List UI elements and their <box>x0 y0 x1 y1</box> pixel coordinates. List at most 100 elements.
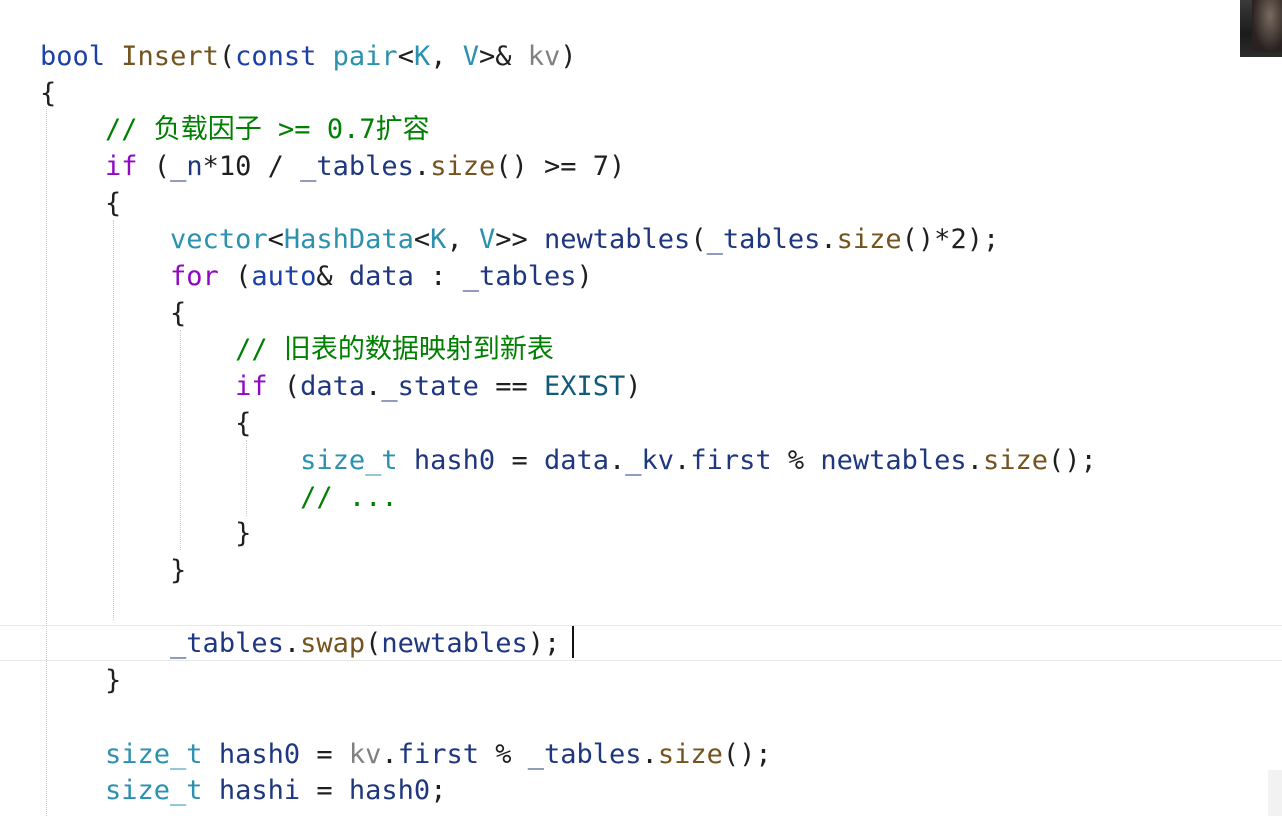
code-token: // ... <box>300 482 398 513</box>
code-line[interactable]: } <box>40 552 186 589</box>
code-token: < <box>413 224 431 255</box>
code-line[interactable]: { <box>40 405 251 442</box>
code-token: == <box>478 371 544 402</box>
code-token: ; <box>430 775 447 806</box>
code-token: data <box>300 371 366 402</box>
code-line[interactable]: { <box>40 185 121 222</box>
code-token: % <box>771 445 821 476</box>
code-token: { <box>40 188 122 219</box>
code-token: kv <box>527 41 561 72</box>
code-line[interactable]: { <box>40 295 186 332</box>
code-token: data <box>348 261 414 292</box>
code-token: ( <box>690 224 707 255</box>
code-token: newtables <box>544 224 691 255</box>
code-token: _tables <box>527 739 642 770</box>
code-line[interactable]: // ... <box>40 479 398 516</box>
code-token: ( <box>365 628 382 659</box>
code-token: V <box>462 41 479 72</box>
code-token: HashData <box>283 224 414 255</box>
code-line[interactable]: { <box>40 75 56 112</box>
code-token: _kv <box>625 445 675 476</box>
code-token: ( <box>267 371 301 402</box>
code-token: const <box>235 41 317 72</box>
scrollbar-edge[interactable] <box>1268 770 1282 816</box>
code-token: if <box>235 371 268 402</box>
code-token: first <box>690 445 772 476</box>
code-token: ); <box>527 628 561 659</box>
code-token: K <box>413 41 431 72</box>
code-line[interactable]: // 旧表的数据映射到新表 <box>40 331 554 368</box>
code-token: , <box>430 41 463 72</box>
code-token: , <box>446 224 479 255</box>
code-line[interactable]: for (auto& data : _tables) <box>40 258 593 295</box>
code-line[interactable]: vector<HashData<K, V>> newtables(_tables… <box>40 221 999 258</box>
code-token: for <box>170 261 219 292</box>
code-token: ) <box>560 41 577 72</box>
code-token: } <box>40 555 187 586</box>
webcam-image <box>1252 0 1282 52</box>
code-token: pair <box>332 41 398 72</box>
code-line[interactable]: // 负载因子 >= 0.7扩容 <box>40 111 430 148</box>
code-token: _state <box>381 371 479 402</box>
code-token: vector <box>170 224 268 255</box>
code-line[interactable]: size_t hash0 = data._kv.first % newtable… <box>40 442 1097 479</box>
code-token: size <box>430 151 496 182</box>
code-token: . <box>820 224 837 255</box>
code-token: kv <box>348 739 382 770</box>
code-token: (); <box>1047 445 1097 476</box>
code-token: & <box>316 261 349 292</box>
code-token: < <box>267 224 284 255</box>
code-line[interactable]: } <box>40 662 121 699</box>
code-token: . <box>641 739 658 770</box>
code-line[interactable]: size_t hashi = hash0; <box>40 772 446 809</box>
code-token: : <box>413 261 463 292</box>
code-token: swap <box>300 628 366 659</box>
code-token: } <box>40 518 252 549</box>
code-token: = <box>300 775 349 806</box>
code-line[interactable]: size_t hash0 = kv.first % _tables.size()… <box>40 736 772 773</box>
code-token: % <box>478 739 528 770</box>
code-token: = <box>495 445 544 476</box>
code-line[interactable]: bool Insert(const pair<K, V>& kv) <box>40 38 577 75</box>
code-line[interactable]: _tables.swap(newtables); <box>40 625 560 662</box>
code-token: ) <box>625 371 642 402</box>
code-token: // 负载因子 >= 0.7扩容 <box>105 114 430 145</box>
code-editor[interactable]: bool Insert(const pair<K, V>& kv){ // 负载… <box>0 0 1282 816</box>
code-token: _tables <box>300 151 414 182</box>
code-token: . <box>609 445 626 476</box>
code-token: . <box>413 151 431 182</box>
webcam-thumbnail <box>1240 0 1282 57</box>
code-token: _tables <box>462 261 577 292</box>
code-token: < <box>397 41 414 72</box>
code-token: newtables <box>381 628 528 659</box>
code-token: size <box>982 445 1048 476</box>
code-token: auto <box>251 261 317 292</box>
code-token: if <box>105 151 138 182</box>
code-token: hash0 <box>413 445 496 476</box>
code-token: ()*2); <box>901 224 1000 255</box>
code-token: () >= 7) <box>495 151 626 182</box>
code-token: ( <box>137 151 171 182</box>
code-token: hashi <box>218 775 301 806</box>
code-line[interactable]: } <box>40 515 251 552</box>
code-token: >& <box>479 41 528 72</box>
code-token: >> <box>495 224 544 255</box>
code-token: size <box>836 224 902 255</box>
code-token: hash0 <box>218 739 301 770</box>
code-line[interactable]: if (_n*10 / _tables.size() >= 7) <box>40 148 625 185</box>
code-token: bool <box>40 41 106 72</box>
code-token: . <box>381 739 398 770</box>
code-line[interactable]: if (data._state == EXIST) <box>40 368 642 405</box>
code-token: K <box>430 224 447 255</box>
code-token: first <box>397 739 479 770</box>
code-token: size <box>657 739 723 770</box>
code-token: . <box>283 628 301 659</box>
